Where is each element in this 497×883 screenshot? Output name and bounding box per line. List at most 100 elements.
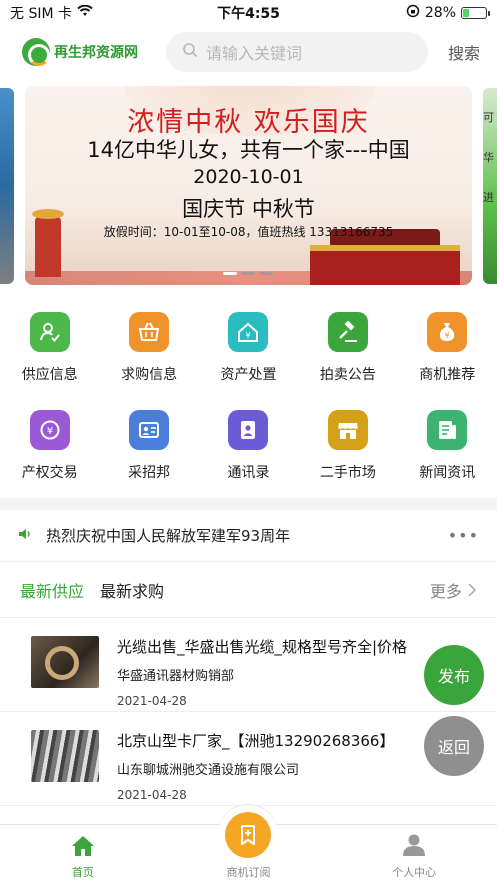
menu-item[interactable]: ¥ 资产处置 (199, 312, 298, 384)
list-item-company: 华盛通讯器材购销部 (117, 669, 235, 684)
list-item-title: 北京山型卡厂家_【洲驰13290268366】 (117, 732, 395, 750)
menu-item-label: 资产处置 (220, 367, 277, 383)
tab-latest-demand[interactable]: 最新求购 (100, 578, 164, 602)
tab-profile[interactable]: 个人中心 (331, 825, 497, 883)
app-header: 再生邦资源网 请输入关键词 搜索 (0, 26, 497, 78)
menu-item-label: 二手市场 (319, 465, 376, 481)
status-right: 28% (406, 4, 490, 22)
battery-level (463, 9, 470, 17)
section-divider (0, 498, 497, 510)
carousel-dot[interactable] (223, 272, 237, 275)
next-banner-peek[interactable]: 可 华 进 (483, 88, 497, 284)
back-button[interactable]: 返回 (424, 716, 484, 776)
search-placeholder: 请输入关键词 (206, 44, 303, 63)
banner-slogan: 14亿中华儿女，共有一个家---中国 (87, 138, 410, 162)
menu-item[interactable]: 求购信息 (100, 312, 199, 384)
listing-tabs: 最新供应 最新求购 更多 (0, 562, 497, 618)
list-item[interactable]: 光缆出售_华盛出售光缆_规格型号齐全|价格 华盛通讯器材购销部 2021-04-… (0, 618, 497, 712)
supply-icon (29, 312, 70, 352)
svg-text:¥: ¥ (246, 331, 251, 340)
carrier-label: 无 SIM 卡 (10, 6, 72, 22)
listing-list: 光缆出售_华盛出售光缆_规格型号齐全|价格 华盛通讯器材购销部 2021-04-… (0, 618, 497, 806)
recycle-logo-icon (22, 38, 50, 66)
list-item-info: 光缆出售_华盛出售光缆_规格型号齐全|价格 华盛通讯器材购销部 2021-04-… (117, 636, 457, 708)
menu-item[interactable]: ¥ 产权交易 (0, 410, 99, 482)
status-bar: 无 SIM 卡 下午4:55 28% (0, 0, 497, 26)
orientation-lock-icon (406, 4, 420, 22)
basket-icon (129, 312, 170, 352)
tab-subscriptions-label: 商机订阅 (226, 866, 271, 879)
menu-row-2: ¥ 产权交易 采招邦 通讯录 二手市场 新闻资讯 (0, 410, 497, 482)
menu-item-label: 采招邦 (128, 465, 171, 481)
news-icon (427, 410, 468, 450)
banner-holiday-info: 放假时间：10-01至10-08，值班热线 13313166735 (103, 225, 394, 239)
banner-slide[interactable]: 浓情中秋 欢乐国庆 14亿中华儿女，共有一个家---中国 2020-10-01 … (25, 86, 472, 285)
menu-item-label: 新闻资讯 (419, 465, 476, 481)
tab-home[interactable]: 首页 (0, 825, 166, 883)
announcement-bar[interactable]: 热烈庆祝中国人民解放军建军93周年 ••• (0, 510, 497, 562)
bookmark-add-icon (225, 811, 271, 858)
category-menu: 供应信息 求购信息 ¥ 资产处置 拍卖公告 ¥ 商机推荐 ¥ 产权交易 采招邦 通讯录 二手市场 新闻… (0, 296, 497, 498)
contacts-icon (228, 410, 269, 450)
clamp-product-thumbnail (31, 730, 99, 782)
banner-carousel[interactable]: 浓情中秋 欢乐国庆 14亿中华儿女，共有一个家---中国 2020-10-01 … (0, 86, 497, 286)
menu-item[interactable]: 采招邦 (100, 410, 199, 482)
list-item-title: 光缆出售_华盛出售光缆_规格型号齐全|价格 (117, 638, 408, 656)
person-icon (402, 833, 426, 860)
banner-holidays: 国庆节 中秋节 (182, 197, 315, 221)
logo-text: 再生邦资源网 (54, 45, 138, 61)
tiananmen-illustration (310, 229, 460, 285)
shop-icon (327, 410, 368, 450)
menu-item[interactable]: 新闻资讯 (398, 410, 497, 482)
menu-item-label: 通讯录 (227, 465, 270, 481)
list-item-date: 2021-04-28 (117, 788, 187, 802)
list-item[interactable]: 北京山型卡厂家_【洲驰13290268366】 山东聊城洲驰交通设施有限公司 2… (0, 712, 497, 806)
banner-date: 2020-10-01 (193, 166, 304, 188)
svg-text:¥: ¥ (47, 426, 53, 437)
carousel-dot[interactable] (259, 272, 273, 275)
carousel-dot[interactable] (241, 272, 255, 275)
menu-item[interactable]: 通讯录 (199, 410, 298, 482)
list-item-date: 2021-04-28 (117, 694, 187, 708)
site-logo[interactable]: 再生邦资源网 (22, 38, 152, 66)
subscribe-fab[interactable] (218, 804, 278, 864)
exchange-icon: ¥ (29, 410, 70, 450)
battery-percent: 28% (424, 5, 456, 21)
carousel-indicator (223, 272, 273, 275)
list-item-company: 山东聊城洲驰交通设施有限公司 (117, 763, 300, 778)
menu-item[interactable]: 二手市场 (298, 410, 397, 482)
menu-item-label: 商机推荐 (419, 367, 476, 383)
moneybag-icon: ¥ (427, 312, 468, 352)
gavel-icon (327, 312, 368, 352)
home-icon (71, 835, 95, 860)
more-label: 更多 (429, 581, 462, 601)
chevron-right-icon (467, 582, 477, 601)
speaker-icon (18, 527, 32, 545)
idcard-icon (129, 410, 170, 450)
search-icon (182, 42, 198, 62)
wifi-icon (77, 4, 93, 21)
search-input[interactable]: 请输入关键词 (166, 32, 428, 72)
publish-button[interactable]: 发布 (424, 645, 484, 705)
menu-item[interactable]: ¥ 商机推荐 (398, 312, 497, 384)
tab-home-label: 首页 (71, 866, 94, 879)
house-icon: ¥ (228, 312, 269, 352)
more-options-icon[interactable]: ••• (448, 526, 479, 545)
prev-banner-peek[interactable] (0, 88, 14, 284)
status-left: 无 SIM 卡 (10, 3, 93, 23)
app-screen: 无 SIM 卡 下午4:55 28% 再生邦资源网 请输入关键词 搜索 浓情中秋… (0, 0, 497, 883)
menu-item[interactable]: 拍卖公告 (298, 312, 397, 384)
list-item-info: 北京山型卡厂家_【洲驰13290268366】 山东聊城洲驰交通设施有限公司 2… (117, 730, 457, 802)
menu-item[interactable]: 供应信息 (0, 312, 99, 384)
cable-product-thumbnail (31, 636, 99, 688)
svg-text:¥: ¥ (445, 331, 450, 340)
search-button[interactable]: 搜索 (448, 40, 480, 64)
menu-row-1: 供应信息 求购信息 ¥ 资产处置 拍卖公告 ¥ 商机推荐 (0, 312, 497, 384)
menu-item-label: 供应信息 (21, 367, 78, 383)
tab-latest-supply[interactable]: 最新供应 (20, 578, 84, 602)
tab-profile-label: 个人中心 (392, 866, 437, 879)
announcement-text: 热烈庆祝中国人民解放军建军93周年 (46, 527, 291, 545)
menu-item-label: 产权交易 (21, 465, 78, 481)
menu-item-label: 拍卖公告 (319, 367, 376, 383)
more-link[interactable]: 更多 (430, 578, 477, 602)
